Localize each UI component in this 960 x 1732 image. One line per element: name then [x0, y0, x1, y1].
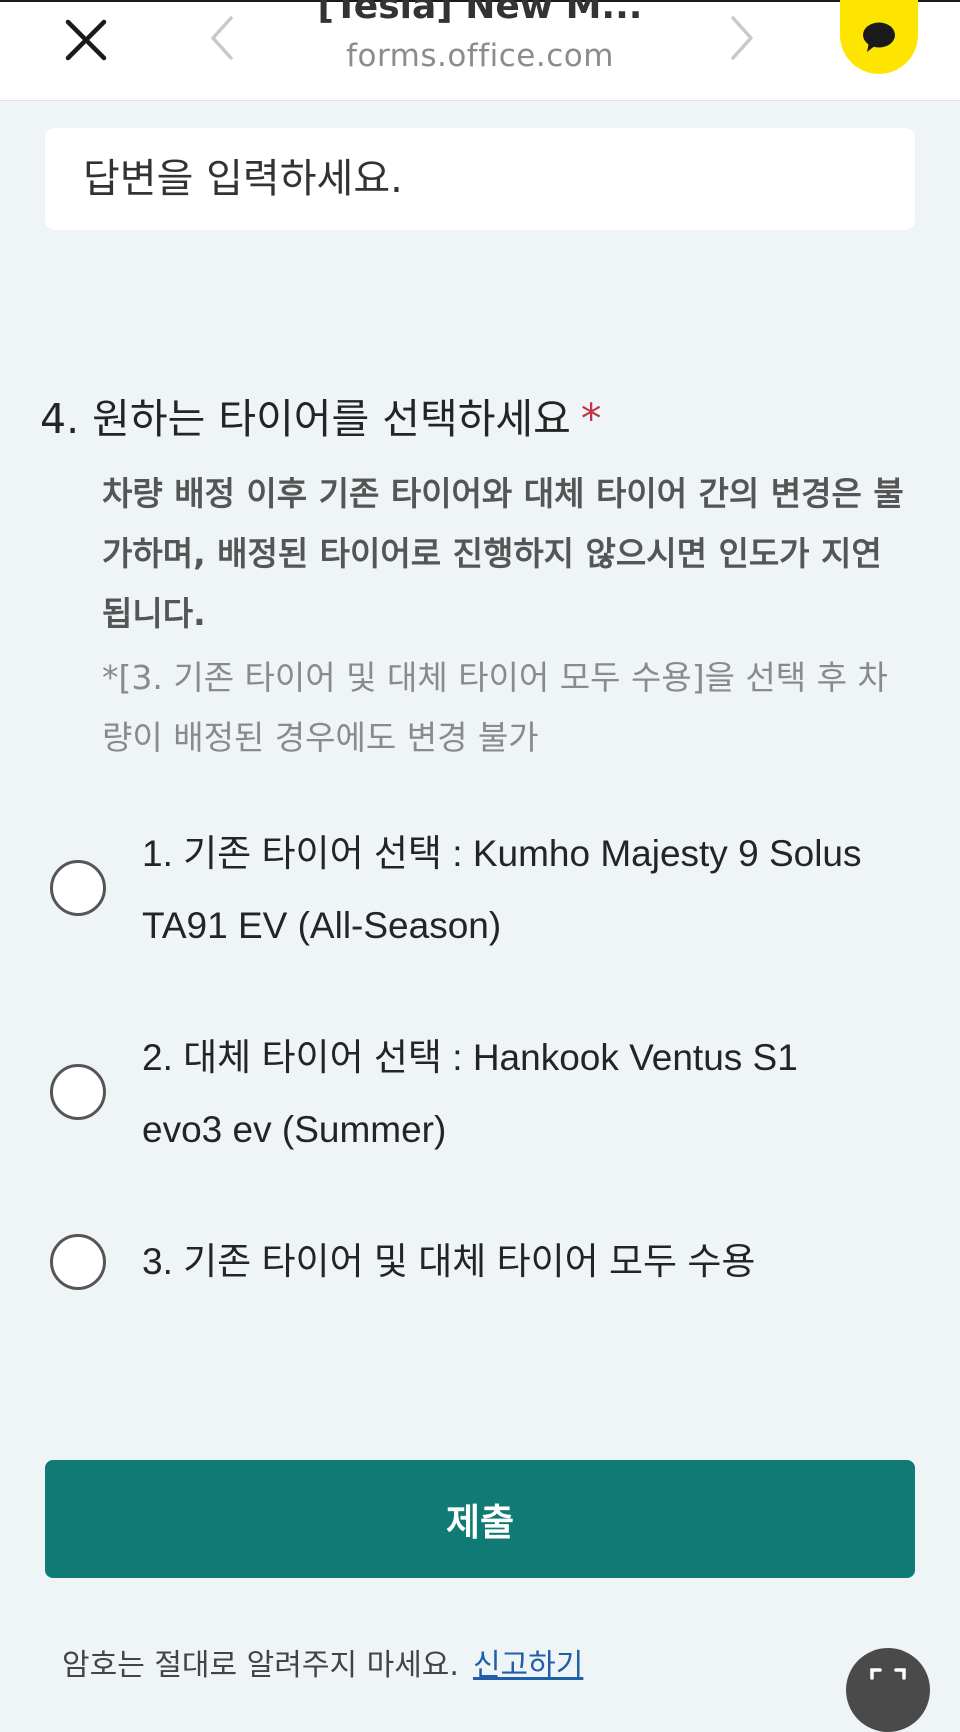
back-button[interactable] — [202, 10, 242, 66]
question-number: 4. — [40, 395, 80, 443]
tire-option-3[interactable]: 3. 기존 타이어 및 대체 타이어 모두 수용 — [50, 1228, 910, 1308]
answer-input[interactable] — [45, 128, 915, 230]
option-label: 1. 기존 타이어 선택 : Kumho Majesty 9 Solus TA9… — [142, 833, 862, 946]
submit-button[interactable]: 제출 — [45, 1460, 915, 1578]
chevron-left-icon — [211, 16, 233, 60]
report-link[interactable]: 신고하기 — [473, 1648, 583, 1683]
tire-option-1[interactable]: 1. 기존 타이어 선택 : Kumho Majesty 9 Solus TA9… — [50, 818, 910, 968]
forward-button[interactable] — [722, 10, 762, 66]
radio-button[interactable] — [50, 1064, 106, 1120]
password-warning: 암호는 절대로 알려주지 마세요. — [62, 1648, 459, 1683]
question-note-bold: 차량 배정 이후 기존 타이어와 대체 타이어 간의 변경은 불가하며, 배정된… — [102, 474, 904, 633]
radio-button[interactable] — [50, 860, 106, 916]
footer-notice: 암호는 절대로 알려주지 마세요. 신고하기 — [62, 1640, 583, 1684]
question-note-light: *[3. 기존 타이어 및 대체 타이어 모두 수용]을 선택 후 차량이 배정… — [102, 658, 888, 757]
page-url: forms.office.com — [346, 38, 614, 74]
radio-button[interactable] — [50, 1234, 106, 1290]
scan-icon — [870, 1668, 906, 1680]
option-label: 3. 기존 타이어 및 대체 타이어 모두 수용 — [142, 1241, 756, 1282]
tire-option-2[interactable]: 2. 대체 타이어 선택 : Hankook Ventus S1 evo3 ev… — [50, 1022, 910, 1172]
close-icon — [65, 19, 107, 61]
browser-top-bar: [Tesla] New M... forms.office.com — [0, 0, 960, 101]
kakao-chat-icon — [863, 22, 895, 52]
option-label: 2. 대체 타이어 선택 : Hankook Ventus S1 evo3 ev… — [142, 1037, 798, 1150]
question-text: 원하는 타이어를 선택하세요 — [92, 395, 571, 443]
chevron-right-icon — [731, 16, 753, 60]
question-title: 4. 원하는 타이어를 선택하세요 * — [40, 385, 920, 445]
scan-button[interactable] — [846, 1648, 930, 1732]
close-button[interactable] — [58, 12, 114, 68]
required-mark: * — [580, 395, 602, 443]
kakao-chat-button[interactable] — [840, 0, 918, 74]
page-title: [Tesla] New M... — [317, 0, 643, 27]
